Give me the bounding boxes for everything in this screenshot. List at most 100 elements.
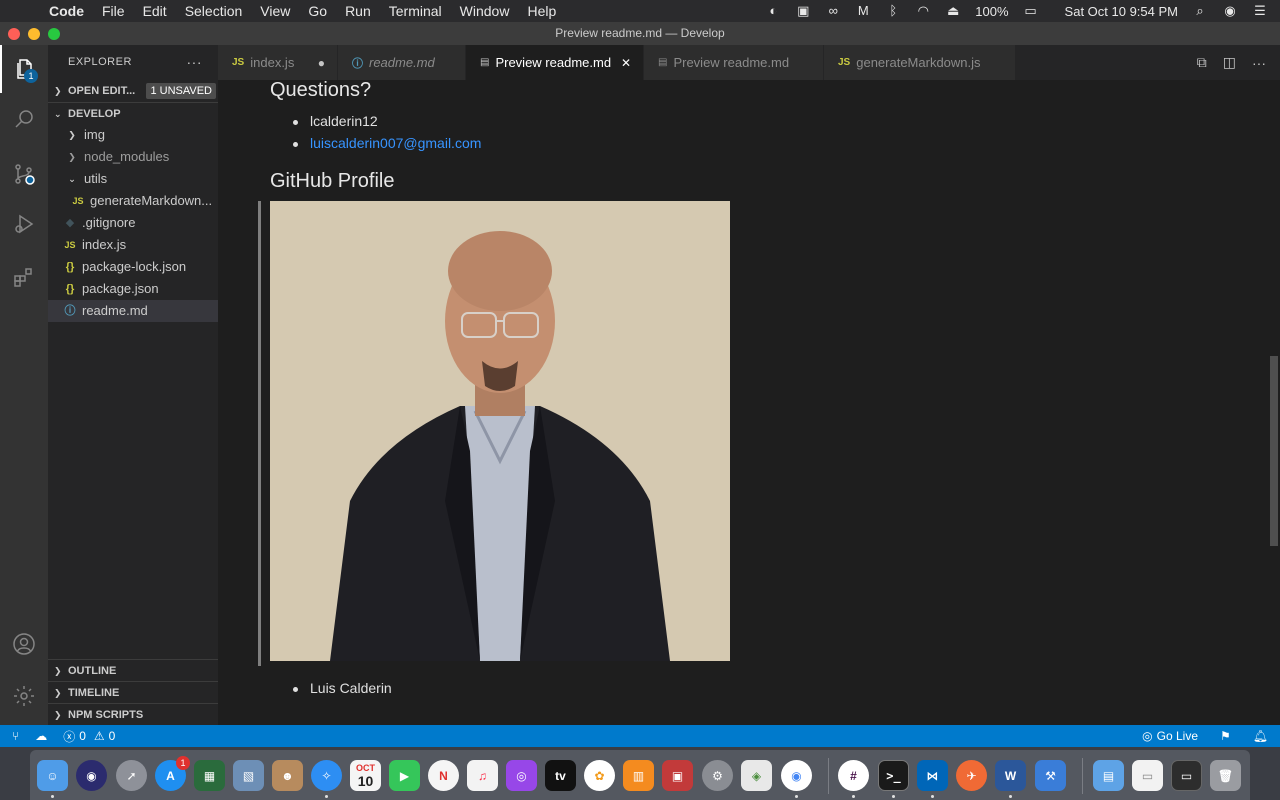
music-icon[interactable]: ♫ — [467, 760, 498, 791]
downloads-folder-icon[interactable]: ▤ — [1093, 760, 1124, 791]
more-actions-icon[interactable]: ··· — [1252, 55, 1266, 71]
contacts-icon[interactable]: ☻ — [272, 760, 303, 791]
outline-label: OUTLINE — [68, 665, 117, 677]
menu-terminal[interactable]: Terminal — [380, 0, 451, 22]
menubar-datetime[interactable]: Sat Oct 10 9:54 PM — [1065, 4, 1178, 19]
extensions-activity-icon[interactable] — [0, 253, 48, 301]
battery-icon[interactable]: ▭ — [1023, 4, 1039, 18]
tab-index-js[interactable]: JS index.js ● — [218, 45, 338, 80]
menu-selection[interactable]: Selection — [176, 0, 252, 22]
safari-icon[interactable]: ✧ — [311, 760, 342, 791]
minimize-window-button[interactable] — [28, 28, 40, 40]
eject-icon[interactable]: ⏏ — [945, 4, 961, 18]
tree-file-package-lock[interactable]: {} package-lock.json — [48, 256, 218, 278]
photo-booth-icon[interactable]: ▣ — [662, 760, 693, 791]
develop-folder-section[interactable]: ⌄ DEVELOP — [48, 102, 218, 124]
menu-view[interactable]: View — [251, 0, 299, 22]
search-activity-icon[interactable] — [0, 95, 48, 143]
tab-preview-readme-active[interactable]: ▤ Preview readme.md ✕ — [466, 45, 644, 80]
unsaved-dot-icon[interactable]: ● — [318, 56, 325, 70]
news-icon[interactable]: N — [428, 760, 459, 791]
tree-folder-img[interactable]: ❯ img — [48, 124, 218, 146]
go-live-button[interactable]: ◎ Go Live — [1134, 729, 1206, 743]
slack-icon[interactable]: # — [838, 760, 869, 791]
open-source-icon[interactable]: ⧉ — [1197, 54, 1207, 71]
activity-bar: 1 — [0, 45, 48, 725]
more-actions-icon[interactable]: ··· — [187, 45, 203, 80]
live-share-icon[interactable]: ☁ — [27, 729, 55, 743]
tree-folder-node-modules[interactable]: ❯ node_modules — [48, 146, 218, 168]
mission-control-icon[interactable]: ▦ — [194, 760, 225, 791]
tree-folder-utils[interactable]: ⌄ utils — [48, 168, 218, 190]
tab-generate-markdown-js[interactable]: JS generateMarkdown.js — [824, 45, 1016, 80]
trash-icon[interactable]: 🗑︎ — [1210, 760, 1241, 791]
bluetooth-icon[interactable]: ᛒ — [885, 4, 901, 18]
settings-gear-icon[interactable] — [0, 672, 48, 720]
tree-file-gitignore[interactable]: ◆ .gitignore — [48, 212, 218, 234]
vscode-icon[interactable]: ⋈ — [917, 760, 948, 791]
source-control-activity-icon[interactable] — [0, 150, 48, 198]
close-icon[interactable]: ✕ — [621, 56, 631, 70]
menu-go[interactable]: Go — [299, 0, 336, 22]
tree-file-readme[interactable]: ⓘ readme.md — [48, 300, 218, 322]
menu-window[interactable]: Window — [451, 0, 519, 22]
spotlight-search-icon[interactable]: ⌕ — [1192, 4, 1208, 18]
source-control-branch-icon[interactable]: ⑂ — [0, 729, 27, 743]
zoom-window-button[interactable] — [48, 28, 60, 40]
documents-stack-icon[interactable]: ▭ — [1132, 760, 1163, 791]
books-icon[interactable]: ▥ — [623, 760, 654, 791]
battery-percent[interactable]: 100% — [975, 4, 1008, 19]
preview-app-icon[interactable]: ▧ — [233, 760, 264, 791]
tab-preview-readme[interactable]: ▤ Preview readme.md — [644, 45, 824, 80]
menu-app-code[interactable]: Code — [40, 0, 93, 22]
maps-icon[interactable]: ◈ — [741, 760, 772, 791]
email-link[interactable]: luiscalderin007@gmail.com — [292, 135, 481, 151]
tree-file-generate-markdown[interactable]: JS generateMarkdown... — [48, 190, 218, 212]
menu-run[interactable]: Run — [336, 0, 380, 22]
open-editors-section[interactable]: ❯ OPEN EDIT... 1 UNSAVED — [48, 80, 218, 102]
malwarebytes-icon[interactable]: M — [855, 4, 871, 18]
status-app-icon[interactable]: ◐ — [765, 4, 781, 18]
facetime-icon[interactable]: ▶ — [389, 760, 420, 791]
menu-help[interactable]: Help — [518, 0, 565, 22]
macos-menu-bar: Code File Edit Selection View Go Run Ter… — [0, 0, 1280, 22]
system-preferences-icon[interactable]: ⚙ — [702, 760, 733, 791]
tree-file-index-js[interactable]: JS index.js — [48, 234, 218, 256]
siri-icon[interactable]: ◉ — [1222, 4, 1238, 18]
wifi-icon[interactable]: ◠ — [915, 4, 931, 18]
close-window-button[interactable] — [8, 28, 20, 40]
explorer-activity-icon[interactable]: 1 — [0, 45, 48, 93]
podcasts-icon[interactable]: ◎ — [506, 760, 537, 791]
creative-cloud-icon[interactable]: ∞ — [825, 4, 841, 18]
calendar-icon[interactable]: OCT 10 — [350, 760, 381, 791]
xcode-icon[interactable]: ⚒ — [1035, 760, 1066, 791]
timeline-section[interactable]: ❯ TIMELINE — [48, 681, 218, 704]
siri-icon[interactable]: ◉ — [76, 760, 107, 791]
terminal-icon[interactable]: >_ — [878, 760, 909, 791]
tree-file-package-json[interactable]: {} package.json — [48, 278, 218, 300]
run-debug-activity-icon[interactable] — [0, 200, 48, 248]
vertical-scrollbar[interactable] — [1270, 356, 1278, 546]
menu-file[interactable]: File — [93, 0, 134, 22]
tree-item-label: package.json — [82, 281, 159, 296]
feedback-icon[interactable]: ⚑ — [1206, 729, 1245, 743]
launchpad-icon[interactable]: ➚ — [116, 760, 147, 791]
outline-section[interactable]: ❯ OUTLINE — [48, 659, 218, 682]
problems-indicator[interactable]: ⓧ 0 ⚠ 0 — [55, 728, 123, 745]
apple-tv-icon[interactable]: tv — [545, 760, 576, 791]
notification-center-icon[interactable]: ☰ — [1252, 4, 1268, 18]
tab-readme-md[interactable]: ⓘ readme.md — [338, 45, 466, 80]
finder-icon[interactable]: ☺ — [37, 760, 68, 791]
notifications-bell-icon[interactable]: 🔔︎ — [1245, 729, 1280, 743]
screen-share-icon[interactable]: ▣ — [795, 4, 811, 18]
npm-scripts-section[interactable]: ❯ NPM SCRIPTS — [48, 703, 218, 726]
menu-edit[interactable]: Edit — [134, 0, 176, 22]
chrome-icon[interactable]: ◉ — [781, 760, 812, 791]
postman-icon[interactable]: ✈ — [956, 760, 987, 791]
split-editor-icon[interactable]: ◫ — [1223, 54, 1236, 71]
chevron-right-icon: ❯ — [68, 130, 76, 140]
screenshot-stack-icon[interactable]: ▭ — [1171, 760, 1202, 791]
accounts-activity-icon[interactable] — [0, 620, 48, 668]
photos-icon[interactable]: ✿ — [584, 760, 615, 791]
word-icon[interactable]: W — [995, 760, 1026, 791]
